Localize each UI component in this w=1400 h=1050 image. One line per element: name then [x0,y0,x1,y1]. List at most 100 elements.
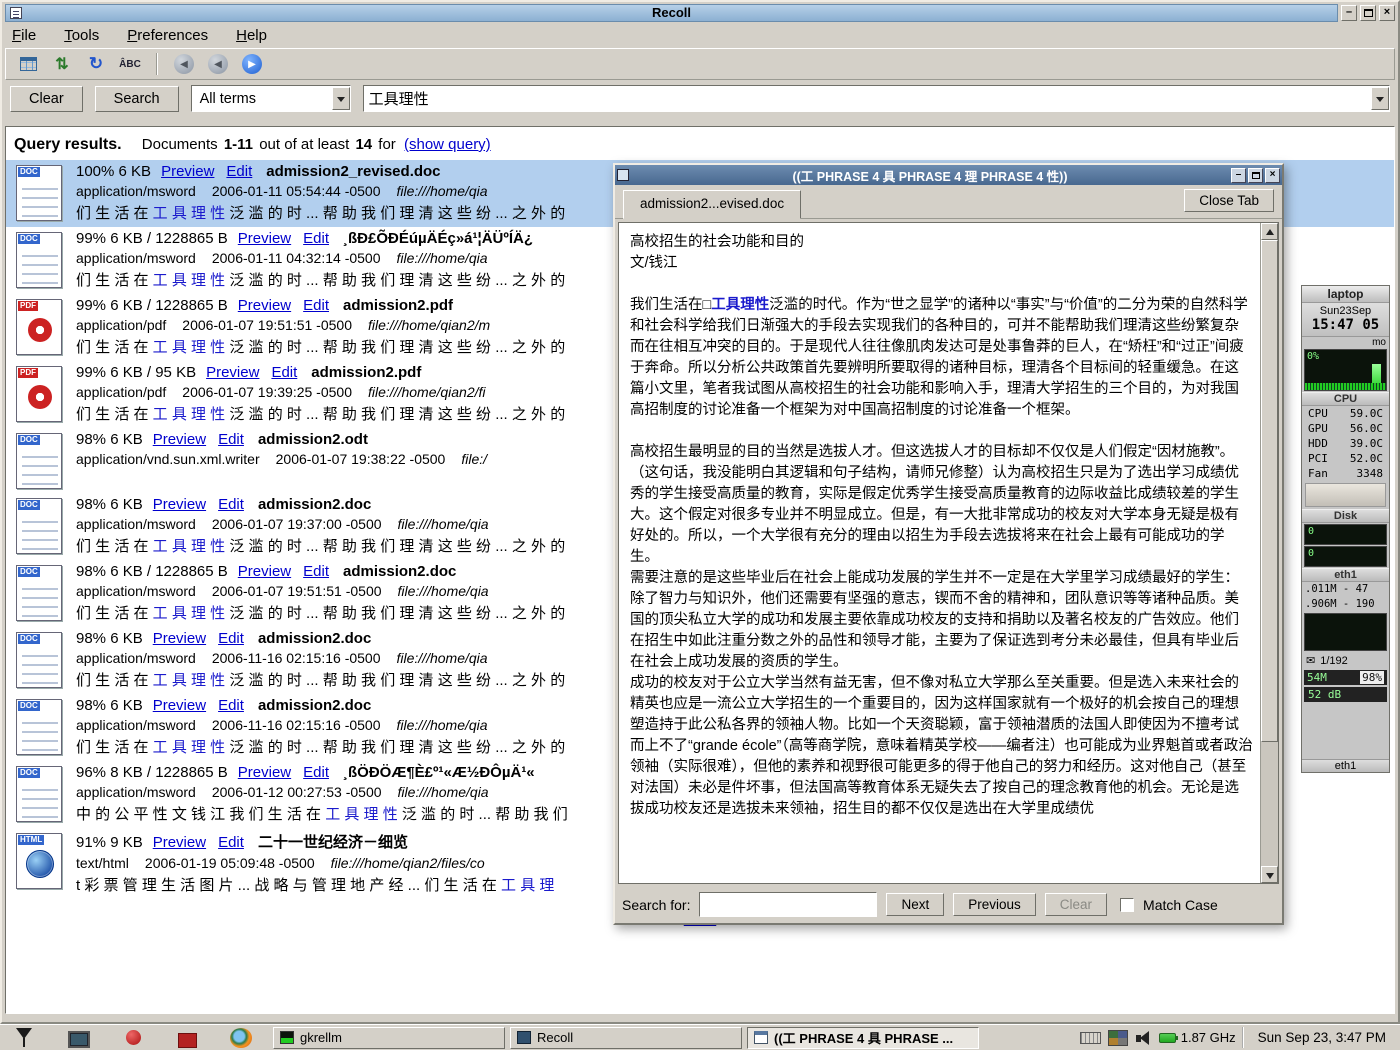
menu-help[interactable]: Help [236,27,267,44]
edit-link[interactable]: Edit [226,163,252,180]
nav-next-page-button[interactable] [236,50,268,78]
preview-scrollbar[interactable] [1260,223,1278,883]
result-title: admission2.doc [258,630,371,647]
chevron-down-icon[interactable] [1371,87,1389,110]
preview-link[interactable]: Preview [153,697,206,714]
edit-link[interactable]: Edit [218,431,244,448]
edit-link[interactable]: Edit [303,563,329,580]
preview-minimize-button[interactable]: – [1231,168,1246,183]
results-total: 14 [355,136,372,153]
search-query-combo[interactable] [363,85,1390,112]
screen-icon[interactable] [68,1031,90,1048]
result-line2: application/msword2006-11-16 02:15:16 -0… [76,717,565,733]
edit-link[interactable]: Edit [271,364,297,381]
doc-file-icon: DOC [16,766,62,822]
nav-prev-page-button[interactable] [202,50,234,78]
find-previous-button[interactable]: Previous [953,893,1036,916]
menu-tools[interactable]: Tools [64,27,99,44]
edit-link[interactable]: Edit [218,697,244,714]
gkrellm-disk-chart: 0 [1304,524,1387,545]
gkrellm-monitor[interactable]: laptop Sun23Sep 15:47 05 mo 0% CPU CPU59… [1301,285,1390,773]
toolbar-table-view-button[interactable] [12,50,44,78]
edit-link[interactable]: Edit [303,764,329,781]
globe-icon [26,850,54,878]
preview-link[interactable]: Preview [153,630,206,647]
preview-window-icon [617,169,629,181]
preview-link[interactable]: Preview [153,834,206,851]
edit-link[interactable]: Edit [218,630,244,647]
edit-link[interactable]: Edit [303,230,329,247]
result-date: 2006-01-07 19:38:22 -0500 [276,451,446,467]
preview-titlebar[interactable]: ((工 PHRASE 4 具 PHRASE 4 理 PHRASE 4 性)) –… [615,165,1282,185]
taskbar-clock[interactable]: Sun Sep 23, 3:47 PM [1242,1027,1396,1048]
result-line1: 98% 6 KB / 1228865 BPreviewEditadmission… [76,563,565,580]
titlebar[interactable]: Recoll – × [2,2,1398,23]
taskbar-button-recoll[interactable]: Recoll [510,1027,742,1049]
preview-maximize-button[interactable] [1248,168,1263,183]
edit-link[interactable]: Edit [218,834,244,851]
minimize-button[interactable]: – [1341,5,1357,21]
result-date: 2006-01-12 00:27:53 -0500 [212,784,382,800]
preview-link[interactable]: Preview [238,764,291,781]
preview-link[interactable]: Preview [153,431,206,448]
keyboard-icon[interactable] [1080,1032,1101,1044]
preview-link[interactable]: Preview [238,563,291,580]
toolbar-spell-button[interactable]: ÂBC [114,50,146,78]
scroll-down-icon[interactable] [1261,866,1278,883]
find-next-button[interactable]: Next [886,893,944,916]
preview-body: 高校招生的社会功能和目的文/钱江我们生活在□工具理性泛滥的时代。作为“世之显学”… [618,222,1279,884]
preview-content[interactable]: 高校招生的社会功能和目的文/钱江我们生活在□工具理性泛滥的时代。作为“世之显学”… [619,223,1259,883]
result-line1: 99% 6 KB / 95 KBPreviewEditadmission2.pd… [76,364,565,381]
nav-first-page-button[interactable] [168,50,200,78]
show-query-link[interactable]: (show query) [404,136,491,153]
pager-icon[interactable] [1108,1030,1128,1046]
taskbar: gkrellm Recoll ((工 PHRASE 4 具 PHRASE ... 1… [0,1024,1400,1050]
match-case-checkbox[interactable] [1120,898,1134,912]
taskbar-button-gkrellm[interactable]: gkrellm [273,1027,505,1049]
file-type-tag: DOC [18,768,40,778]
menu-preferences[interactable]: Preferences [127,27,208,44]
toolbar-sort-button[interactable] [46,50,78,78]
find-input[interactable] [699,892,877,917]
redapp-icon[interactable] [122,1027,146,1049]
scrollbar-thumb[interactable] [1261,240,1278,742]
result-url: file:///home/qian2/fi [368,384,486,400]
maximize-button[interactable] [1360,5,1376,21]
search-button[interactable]: Search [95,86,179,112]
preview-link[interactable]: Preview [153,496,206,513]
titlebar-caption[interactable]: Recoll [5,4,1338,22]
menu-file[interactable]: File [12,27,36,44]
toolbar-term-explorer-button[interactable] [80,50,112,78]
preview-link[interactable]: Preview [238,230,291,247]
search-mode-select[interactable]: All terms [191,85,351,112]
redbox-icon[interactable] [178,1033,197,1048]
chevron-down-icon[interactable] [332,87,350,110]
search-input[interactable] [364,90,1371,107]
result-line2: application/pdf2006-01-07 19:51:51 -0500… [76,317,565,333]
preview-tab[interactable]: admission2...evised.doc [623,190,801,219]
edit-link[interactable]: Edit [218,496,244,513]
cpu-activity-wave [1305,383,1386,390]
firefox-icon[interactable] [229,1027,253,1049]
edit-link[interactable]: Edit [303,297,329,314]
gkrellm-time: 15:47 05 [1302,317,1389,333]
doc-file-icon: DOC [16,165,62,221]
taskbar-button-label: Recoll [537,1030,573,1045]
preview-link[interactable]: Preview [206,364,259,381]
preview-link[interactable]: Preview [161,163,214,180]
close-tab-button[interactable]: Close Tab [1184,189,1274,212]
preview-close-button[interactable]: × [1265,168,1280,183]
taskbar-button-preview[interactable]: ((工 PHRASE 4 具 PHRASE ... [747,1027,979,1049]
find-clear-button: Clear [1045,893,1107,916]
preview-link[interactable]: Preview [238,297,291,314]
result-line2: application/msword2006-01-07 19:51:51 -0… [76,583,565,599]
speaker-icon[interactable] [1135,1030,1153,1046]
clear-button[interactable]: Clear [10,86,83,112]
result-line2: application/msword2006-01-11 05:54:44 -0… [76,183,565,199]
scroll-up-icon[interactable] [1261,223,1278,240]
wine-icon[interactable] [12,1027,36,1049]
cpu-frequency-value: 1.87 GHz [1181,1030,1236,1045]
result-relevance-size: 98% 6 KB [76,630,143,647]
gkrellm-clock: Sun23Sep 15:47 05 [1302,303,1389,337]
close-button[interactable]: × [1379,5,1395,21]
